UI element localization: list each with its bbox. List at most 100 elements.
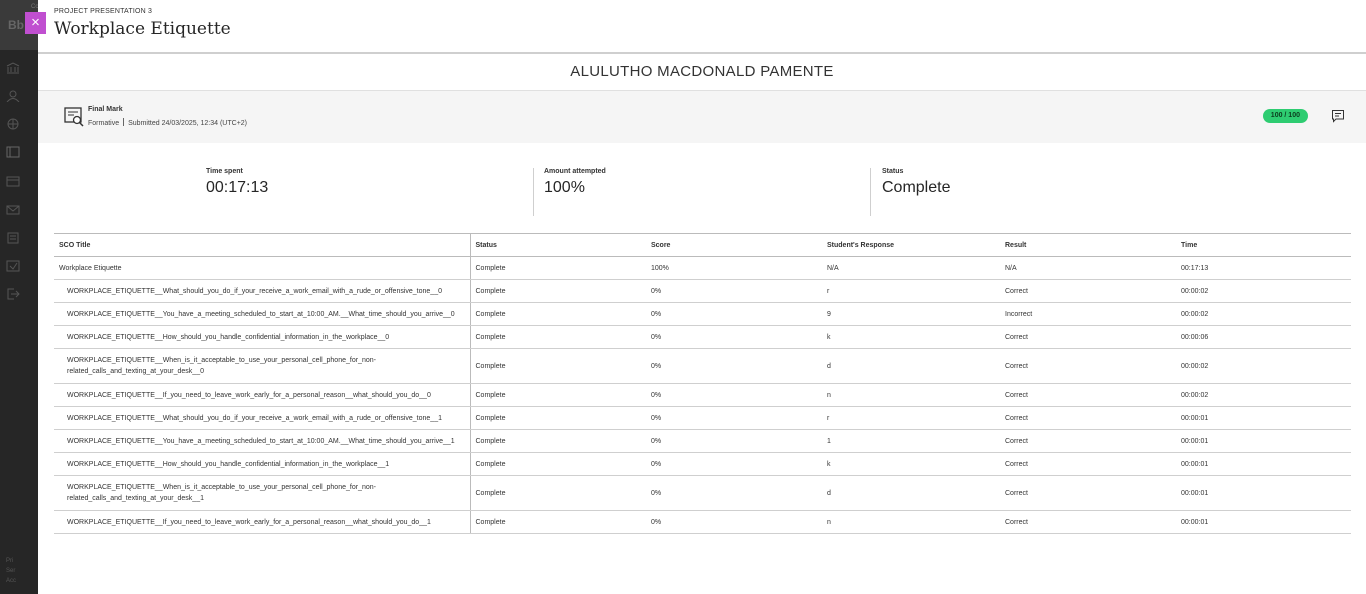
cell-sco-title: WORKPLACE_ETIQUETTE__If_you_need_to_leav… [54,510,471,534]
cell-status: Complete [470,325,646,349]
calendar-icon [6,175,20,187]
grade-type: Formative [88,120,120,127]
table-row: WORKPLACE_ETIQUETTE__What_should_you_do_… [54,406,1351,430]
cell-status: Complete [470,452,646,476]
cell-sco-title: WORKPLACE_ETIQUETTE__If_you_need_to_leav… [54,383,471,407]
cell-sco-title: WORKPLACE_ETIQUETTE__When_is_it_acceptab… [54,475,471,511]
cell-status: Complete [470,475,646,511]
background-logo: Bb [8,18,24,32]
table-row: WORKPLACE_ETIQUETTE__What_should_you_do_… [54,279,1351,303]
cell-sco-title: WORKPLACE_ETIQUETTE__What_should_you_do_… [54,406,471,430]
cell-result: Correct [1000,475,1176,511]
cell-status: Complete [470,510,646,534]
table-row: WORKPLACE_ETIQUETTE__If_you_need_to_leav… [54,383,1351,407]
cell-score: 0% [646,348,822,384]
table-row: Workplace Etiquette Complete 100% N/A N/… [54,256,1351,280]
table-row: WORKPLACE_ETIQUETTE__How_should_you_hand… [54,325,1351,349]
assessment-icon [63,105,85,127]
cell-sco-title: Workplace Etiquette [54,256,471,280]
cell-score: 0% [646,452,822,476]
cell-response: r [822,406,1000,430]
cell-response: k [822,452,1000,476]
cell-score: 0% [646,302,822,326]
tools-icon [6,260,20,272]
background-app: Cc Bb Pri Ser Acc [0,0,40,594]
cell-result: Correct [1000,452,1176,476]
sco-table-wrapper: SCO Title Status Score Student's Respons… [54,233,1351,534]
stat-divider [533,168,534,216]
table-row: WORKPLACE_ETIQUETTE__When_is_it_acceptab… [54,475,1351,511]
meta-separator [123,118,125,126]
close-button[interactable]: × [25,12,46,34]
cell-time: 00:00:01 [1176,406,1351,430]
table-row: WORKPLACE_ETIQUETTE__When_is_it_acceptab… [54,348,1351,384]
cell-response: r [822,279,1000,303]
background-footer: Pri Ser Acc [6,558,17,584]
cell-result: Correct [1000,325,1176,349]
table-row: WORKPLACE_ETIQUETTE__You_have_a_meeting_… [54,302,1351,326]
cell-response: n [822,510,1000,534]
amount-attempted-stat: Amount attempted 100% [544,168,606,216]
cell-result: Correct [1000,279,1176,303]
cell-score: 0% [646,429,822,453]
cell-time: 00:00:01 [1176,452,1351,476]
time-spent-label: Time spent [206,168,243,175]
student-name: ALULUTHO MACDONALD PAMENTE [38,54,1366,91]
cell-response: d [822,475,1000,511]
amount-attempted-value: 100% [544,179,585,196]
cell-status: Complete [470,429,646,453]
cell-score: 0% [646,383,822,407]
amount-attempted-label: Amount attempted [544,168,606,175]
cell-status: Complete [470,279,646,303]
cell-response: d [822,348,1000,384]
column-header-score: Score [646,233,822,257]
cell-sco-title: WORKPLACE_ETIQUETTE__How_should_you_hand… [54,452,471,476]
feedback-icon[interactable] [1331,109,1345,123]
cell-time: 00:00:02 [1176,302,1351,326]
messages-icon [6,204,20,216]
column-header-result: Result [1000,233,1176,257]
cell-response: 9 [822,302,1000,326]
panel-header: PROJECT PRESENTATION 3 Workplace Etiquet… [38,0,1366,54]
cell-score: 0% [646,475,822,511]
grade-bar: Final Mark Formative Submitted 24/03/2025… [38,91,1366,143]
status-stat: Status Complete [882,168,950,216]
cell-time: 00:00:01 [1176,475,1351,511]
table-row: WORKPLACE_ETIQUETTE__How_should_you_hand… [54,452,1351,476]
cell-response: k [822,325,1000,349]
column-header-time: Time [1176,233,1351,257]
stat-divider [870,168,871,216]
cell-status: Complete [470,383,646,407]
cell-sco-title: WORKPLACE_ETIQUETTE__What_should_you_do_… [54,279,471,303]
cell-sco-title: WORKPLACE_ETIQUETTE__How_should_you_hand… [54,325,471,349]
cell-result: Correct [1000,348,1176,384]
cell-time: 00:00:02 [1176,279,1351,303]
cell-time: 00:00:01 [1176,510,1351,534]
cell-time: 00:00:02 [1176,348,1351,384]
sign-out-icon [6,288,20,300]
cell-response: N/A [822,256,1000,280]
status-value: Complete [882,179,951,196]
status-label: Status [882,168,904,175]
cell-time: 00:17:13 [1176,256,1351,280]
cell-result: Correct [1000,383,1176,407]
cell-result: Incorrect [1000,302,1176,326]
submitted-date: Submitted 24/03/2025, 12:34 (UTC+2) [128,120,248,127]
cell-status: Complete [470,302,646,326]
column-header-response: Student's Response [822,233,1000,257]
globe-icon [6,118,20,130]
grade-meta: Formative Submitted 24/03/2025, 12:34 (UT… [88,118,247,127]
time-spent-stat: Time spent 00:17:13 [206,168,268,216]
cell-status: Complete [470,256,646,280]
page-title: Workplace Etiquette [54,19,231,39]
time-spent-value: 00:17:13 [206,179,269,196]
cell-response: n [822,383,1000,407]
column-header-status: Status [470,233,646,257]
table-row: WORKPLACE_ETIQUETTE__You_have_a_meeting_… [54,429,1351,453]
cell-time: 00:00:02 [1176,383,1351,407]
institution-icon [6,62,20,74]
score-pill[interactable]: 100 / 100 [1262,109,1308,123]
profile-icon [6,90,20,102]
cell-result: Correct [1000,429,1176,453]
cell-response: 1 [822,429,1000,453]
